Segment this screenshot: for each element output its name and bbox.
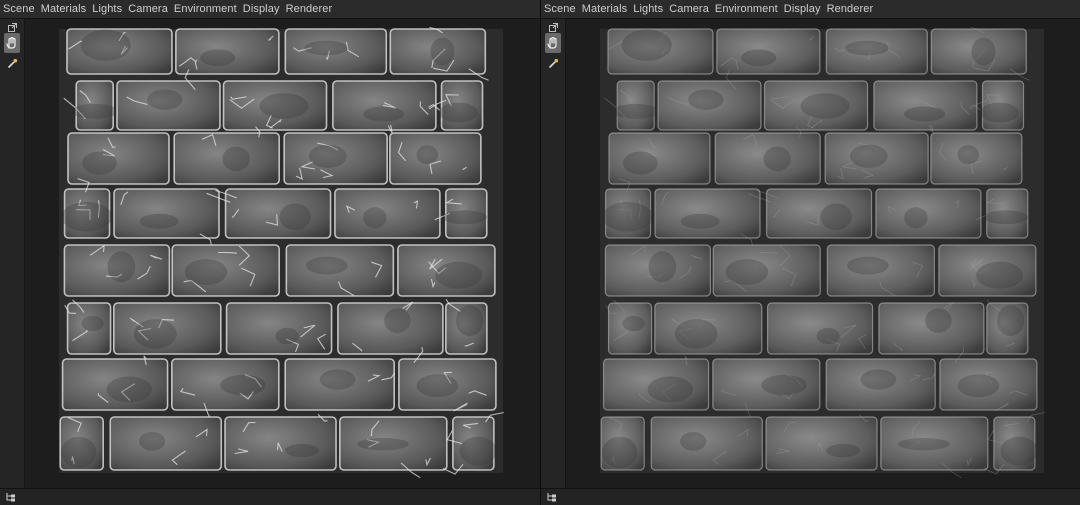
tree-icon[interactable] [5, 491, 17, 503]
menubar: Scene Materials Lights Camera Environmen… [0, 0, 540, 19]
menu-renderer[interactable]: Renderer [286, 3, 333, 15]
render-canvas[interactable] [566, 19, 1080, 489]
menu-camera[interactable]: Camera [128, 3, 168, 15]
render-canvas[interactable] [25, 19, 540, 489]
stone-brick [650, 416, 763, 471]
menu-environment[interactable]: Environment [715, 3, 778, 15]
stone-brick [332, 80, 441, 134]
stone-brick [878, 301, 985, 355]
hand-icon[interactable] [4, 33, 20, 53]
hand-icon[interactable] [545, 33, 561, 53]
stone-brick [825, 358, 936, 411]
stone-brick [747, 188, 873, 239]
menu-lights[interactable]: Lights [633, 3, 663, 15]
stone-brick [61, 355, 169, 411]
menu-environment[interactable]: Environment [174, 3, 237, 15]
stone-brick [64, 299, 112, 355]
stone-brick [173, 126, 281, 185]
stone-brick [67, 132, 170, 185]
stone-brick [873, 80, 982, 134]
stone-brick [654, 302, 763, 355]
stone-brick [334, 188, 441, 239]
stone-brick [824, 132, 929, 185]
stone-brick [712, 244, 821, 297]
stone-brick [765, 414, 878, 471]
popout-icon[interactable] [545, 22, 561, 32]
stone-brick [222, 80, 328, 131]
stone-brick [930, 132, 1023, 185]
stone-brick [224, 413, 337, 471]
menu-display[interactable]: Display [784, 3, 821, 15]
stone-brick [171, 244, 281, 297]
stone-brick [880, 416, 989, 479]
menu-renderer[interactable]: Renderer [827, 3, 874, 15]
menu-camera[interactable]: Camera [669, 3, 709, 15]
popout-icon[interactable] [4, 22, 20, 32]
stone-brick [826, 244, 935, 297]
toolstrip [541, 19, 566, 489]
stone-wall-texture [59, 26, 504, 479]
stone-brick [930, 27, 1030, 81]
statusbar [0, 488, 540, 505]
stone-brick [875, 188, 982, 239]
stone-brick [763, 80, 869, 131]
viewport-left[interactable]: Scene Materials Lights Camera Environmen… [0, 0, 540, 505]
toolstrip [0, 19, 25, 489]
stone-brick [284, 28, 388, 75]
stone-brick [63, 244, 171, 297]
stone-brick [59, 416, 105, 471]
stone-brick [225, 302, 333, 355]
stone-brick [109, 416, 223, 471]
stone-brick [825, 28, 928, 75]
stone-brick [938, 244, 1037, 297]
stone-brick [716, 28, 821, 75]
stone-brick [714, 126, 821, 185]
stone-brick [339, 416, 448, 479]
stone-brick [283, 132, 388, 185]
stone-brick [600, 416, 645, 471]
stone-brick [389, 26, 489, 81]
menu-scene[interactable]: Scene [544, 3, 576, 15]
menu-scene[interactable]: Scene [3, 3, 35, 15]
stone-brick [445, 298, 488, 355]
stone-brick [206, 188, 332, 239]
stone-brick [602, 355, 710, 411]
stone-brick [112, 302, 222, 355]
stone-brick [766, 302, 874, 355]
menu-display[interactable]: Display [243, 3, 280, 15]
statusbar [541, 488, 1080, 505]
stone-brick [986, 298, 1029, 355]
stone-brick [284, 358, 396, 411]
stone-brick [397, 244, 496, 297]
eyedropper-icon[interactable] [545, 55, 561, 71]
stone-brick [604, 244, 711, 297]
menu-materials[interactable]: Materials [582, 3, 628, 15]
tree-icon[interactable] [546, 491, 558, 503]
menu-lights[interactable]: Lights [92, 3, 122, 15]
stone-brick [605, 299, 653, 355]
stone-brick [175, 28, 280, 75]
menu-materials[interactable]: Materials [41, 3, 87, 15]
app-window: Scene Materials Lights Camera Environmen… [0, 0, 1080, 505]
viewport-right[interactable]: Scene Materials Lights Camera Environmen… [540, 0, 1080, 505]
stone-brick [389, 132, 482, 185]
stone-brick [66, 28, 173, 75]
eyedropper-icon[interactable] [4, 55, 20, 71]
stone-brick [285, 244, 395, 297]
stone-brick [337, 301, 444, 355]
menubar: Scene Materials Lights Camera Environmen… [541, 0, 1080, 19]
stone-brick [608, 132, 711, 185]
stone-brick [607, 28, 714, 75]
stone-wall-texture [600, 27, 1045, 479]
